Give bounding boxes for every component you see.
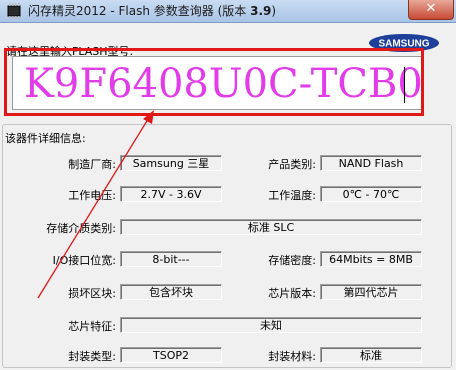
temperature-label: 工作温度: (268, 189, 316, 202)
chip-feature-label: 芯片特征: (68, 320, 116, 333)
title-bar: 闪存精灵2012 - Flash 参数查询器 (版本 3.9) ✕ (0, 0, 456, 23)
product-type-value: NAND Flash (320, 155, 422, 171)
io-width-label: I/O接口位宽: (52, 254, 116, 267)
media-type-label: 存储介质类别: (46, 222, 116, 235)
annotation-highlight-box (4, 48, 424, 116)
chip-feature-value: 未知 (120, 317, 422, 333)
manufacturer-label: 制造厂商: (68, 158, 116, 171)
product-type-label: 产品类别: (268, 158, 316, 171)
bad-block-label: 损坏区块: (68, 287, 116, 300)
package-material-value: 标准 (320, 347, 422, 363)
package-type-label: 封装类型: (68, 350, 116, 363)
voltage-value: 2.7V - 3.6V (120, 186, 222, 202)
close-icon: ✕ (425, 1, 437, 16)
manufacturer-value: Samsung 三星 (120, 155, 222, 171)
close-button[interactable]: ✕ (408, 0, 454, 20)
voltage-label: 工作电压: (68, 189, 116, 202)
temperature-value: 0℃ - 70℃ (320, 186, 422, 202)
chip-icon (7, 3, 21, 19)
package-material-label: 封装材料: (268, 350, 316, 363)
density-label: 存储密度: (268, 254, 316, 267)
media-type-value: 标准 SLC (120, 219, 422, 235)
io-width-value: 8-bit--- (120, 251, 222, 267)
package-type-value: TSOP2 (120, 347, 222, 363)
chip-version-label: 芯片版本: (268, 287, 316, 300)
chip-version-value: 第四代芯片 (320, 284, 422, 300)
bad-block-value: 包含坏块 (120, 284, 222, 300)
density-value: 64Mbits = 8MB (320, 251, 422, 267)
window-title: 闪存精灵2012 - Flash 参数查询器 (版本 3.9) (28, 4, 277, 18)
details-group-title: 该器件详细信息: (4, 130, 87, 146)
